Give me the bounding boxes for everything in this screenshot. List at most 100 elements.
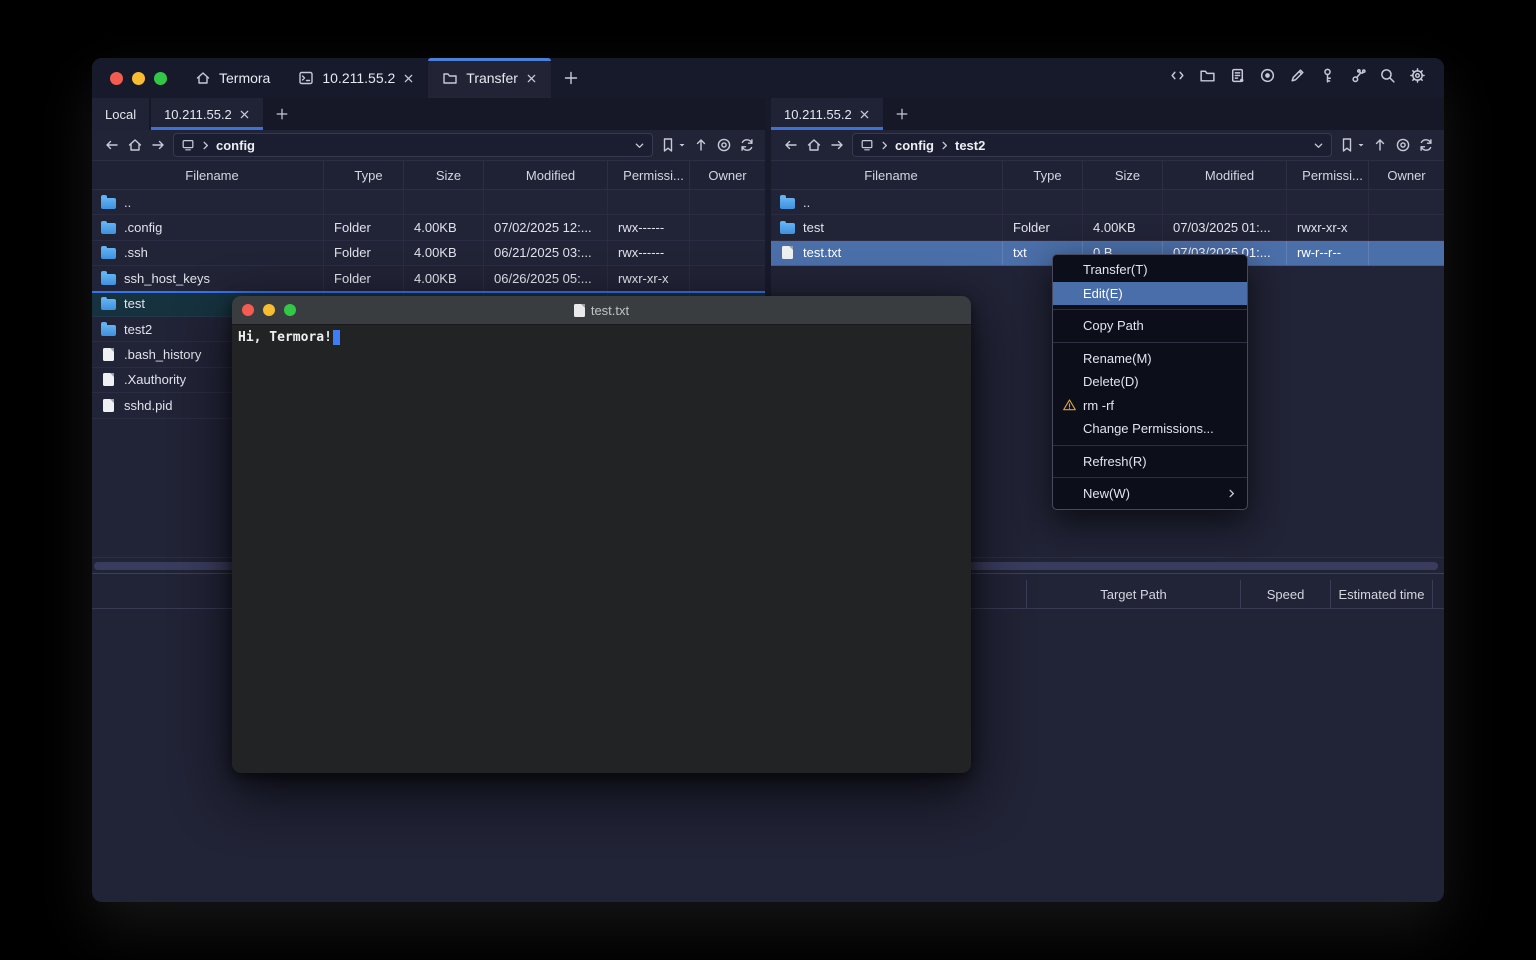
close-icon[interactable] — [526, 73, 537, 84]
home-icon[interactable] — [127, 137, 143, 153]
tab-host-session[interactable]: 10.211.55.2 — [284, 58, 428, 98]
column-header-filename[interactable]: Filename — [92, 161, 324, 189]
close-window-button[interactable] — [110, 72, 123, 85]
close-window-button[interactable] — [242, 304, 254, 316]
refresh-icon[interactable] — [1418, 137, 1434, 153]
edit-pencil-icon[interactable] — [1289, 67, 1306, 89]
keychain-icon[interactable] — [1349, 67, 1366, 89]
menu-item-transfer[interactable]: Transfer(T) — [1053, 258, 1247, 282]
log-icon[interactable] — [1229, 67, 1246, 89]
chevron-down-icon[interactable] — [634, 140, 645, 151]
settings-gear-icon[interactable] — [1409, 67, 1426, 89]
column-header-type[interactable]: Type — [324, 161, 404, 189]
tab-remote-session[interactable]: 10.211.55.2 — [771, 98, 883, 130]
column-header-owner[interactable]: Owner — [1369, 161, 1444, 189]
close-icon[interactable] — [239, 109, 250, 120]
new-tab-button[interactable] — [551, 58, 591, 98]
path-input[interactable]: config test2 — [852, 133, 1332, 157]
show-hidden-icon[interactable] — [716, 137, 732, 153]
file-row[interactable]: .. — [92, 190, 765, 215]
column-header-type[interactable]: Type — [1003, 161, 1083, 189]
back-icon[interactable] — [104, 137, 120, 153]
zoom-window-button[interactable] — [284, 304, 296, 316]
editor-window: test.txt Hi, Termora! — [232, 296, 971, 773]
path-segment[interactable]: test2 — [955, 138, 985, 153]
tab-label: Local — [105, 107, 136, 122]
column-header-permissions[interactable]: Permissi... — [608, 161, 690, 189]
drop-indicator-line — [92, 291, 765, 293]
menu-item-delete[interactable]: Delete(D) — [1053, 370, 1247, 394]
column-header-size[interactable]: Size — [1083, 161, 1163, 189]
editor-traffic-lights — [232, 304, 306, 316]
menu-item-change-permissions[interactable]: Change Permissions... — [1053, 417, 1247, 441]
text-cursor — [333, 330, 340, 345]
bookmark-button[interactable] — [660, 137, 686, 153]
column-header-speed[interactable]: Speed — [1240, 580, 1330, 608]
minimize-window-button[interactable] — [132, 72, 145, 85]
back-icon[interactable] — [783, 137, 799, 153]
menu-item-copy-path[interactable]: Copy Path — [1053, 314, 1247, 338]
file-row[interactable]: ssh_host_keys Folder 4.00KB 06/26/2025 0… — [92, 266, 765, 291]
column-header-estimated-time[interactable]: Estimated time — [1330, 580, 1432, 608]
tab-termora[interactable]: Termora — [181, 58, 284, 98]
column-header-filename[interactable]: Filename — [771, 161, 1003, 189]
upload-icon[interactable] — [1372, 137, 1388, 153]
column-header-modified[interactable]: Modified — [484, 161, 608, 189]
tab-transfer[interactable]: Transfer — [428, 58, 551, 98]
column-header-modified[interactable]: Modified — [1163, 161, 1287, 189]
folder-icon[interactable] — [1199, 67, 1216, 89]
forward-icon[interactable] — [829, 137, 845, 153]
upload-icon[interactable] — [693, 137, 709, 153]
editor-titlebar[interactable]: test.txt — [232, 296, 971, 325]
menu-item-refresh[interactable]: Refresh(R) — [1053, 450, 1247, 474]
tab-label: Transfer — [466, 70, 518, 86]
code-snippets-icon[interactable] — [1169, 67, 1186, 89]
folder-icon — [780, 198, 795, 209]
close-icon[interactable] — [403, 73, 414, 84]
record-macro-icon[interactable] — [1259, 67, 1276, 89]
column-header-owner[interactable]: Owner — [690, 161, 765, 189]
right-path-toolbar: config test2 — [771, 130, 1444, 160]
titlebar-actions — [1169, 58, 1444, 98]
zoom-window-button[interactable] — [154, 72, 167, 85]
file-row[interactable]: test Folder 4.00KB 07/03/2025 01:... rwx… — [771, 215, 1444, 240]
path-separator — [939, 140, 950, 151]
right-table-header: Filename Type Size Modified Permissi... … — [771, 160, 1444, 190]
bookmark-button[interactable] — [1339, 137, 1365, 153]
chevron-down-icon[interactable] — [1313, 140, 1324, 151]
key-icon[interactable] — [1319, 67, 1336, 89]
refresh-icon[interactable] — [739, 137, 755, 153]
add-panel-tab-button[interactable] — [263, 98, 301, 130]
column-header-size[interactable]: Size — [404, 161, 484, 189]
forward-icon[interactable] — [150, 137, 166, 153]
file-row[interactable]: .config Folder 4.00KB 07/02/2025 12:... … — [92, 215, 765, 240]
path-segment[interactable]: config — [216, 138, 255, 153]
minimize-window-button[interactable] — [263, 304, 275, 316]
left-panel-tabs: Local 10.211.55.2 — [92, 98, 765, 130]
file-row[interactable]: .. — [771, 190, 1444, 215]
menu-item-rm-rf[interactable]: rm -rf — [1053, 394, 1247, 418]
path-segment[interactable]: config — [895, 138, 934, 153]
folder-icon — [101, 248, 116, 259]
search-icon[interactable] — [1379, 67, 1396, 89]
column-header-target-path[interactable]: Target Path — [1026, 580, 1240, 608]
menu-item-rename[interactable]: Rename(M) — [1053, 347, 1247, 371]
tab-remote-session[interactable]: 10.211.55.2 — [151, 98, 263, 130]
tab-local[interactable]: Local — [92, 98, 149, 130]
left-table-header: Filename Type Size Modified Permissi... … — [92, 160, 765, 190]
menu-item-edit[interactable]: Edit(E) — [1053, 282, 1247, 306]
column-header-permissions[interactable]: Permissi... — [1287, 161, 1369, 189]
folder-icon — [442, 70, 458, 86]
close-icon[interactable] — [859, 109, 870, 120]
path-separator — [200, 140, 211, 151]
add-panel-tab-button[interactable] — [883, 98, 921, 130]
file-row[interactable]: .ssh Folder 4.00KB 06/21/2025 03:... rwx… — [92, 241, 765, 266]
editor-content[interactable]: Hi, Termora! — [232, 325, 971, 350]
menu-item-new[interactable]: New(W) — [1053, 482, 1247, 506]
context-menu: Transfer(T) Edit(E) Copy Path Rename(M) … — [1052, 254, 1248, 510]
screen: Termora 10.211.55.2 Transfer — [0, 0, 1536, 960]
editor-title-text: test.txt — [591, 303, 629, 318]
path-input[interactable]: config — [173, 133, 653, 157]
show-hidden-icon[interactable] — [1395, 137, 1411, 153]
home-icon[interactable] — [806, 137, 822, 153]
